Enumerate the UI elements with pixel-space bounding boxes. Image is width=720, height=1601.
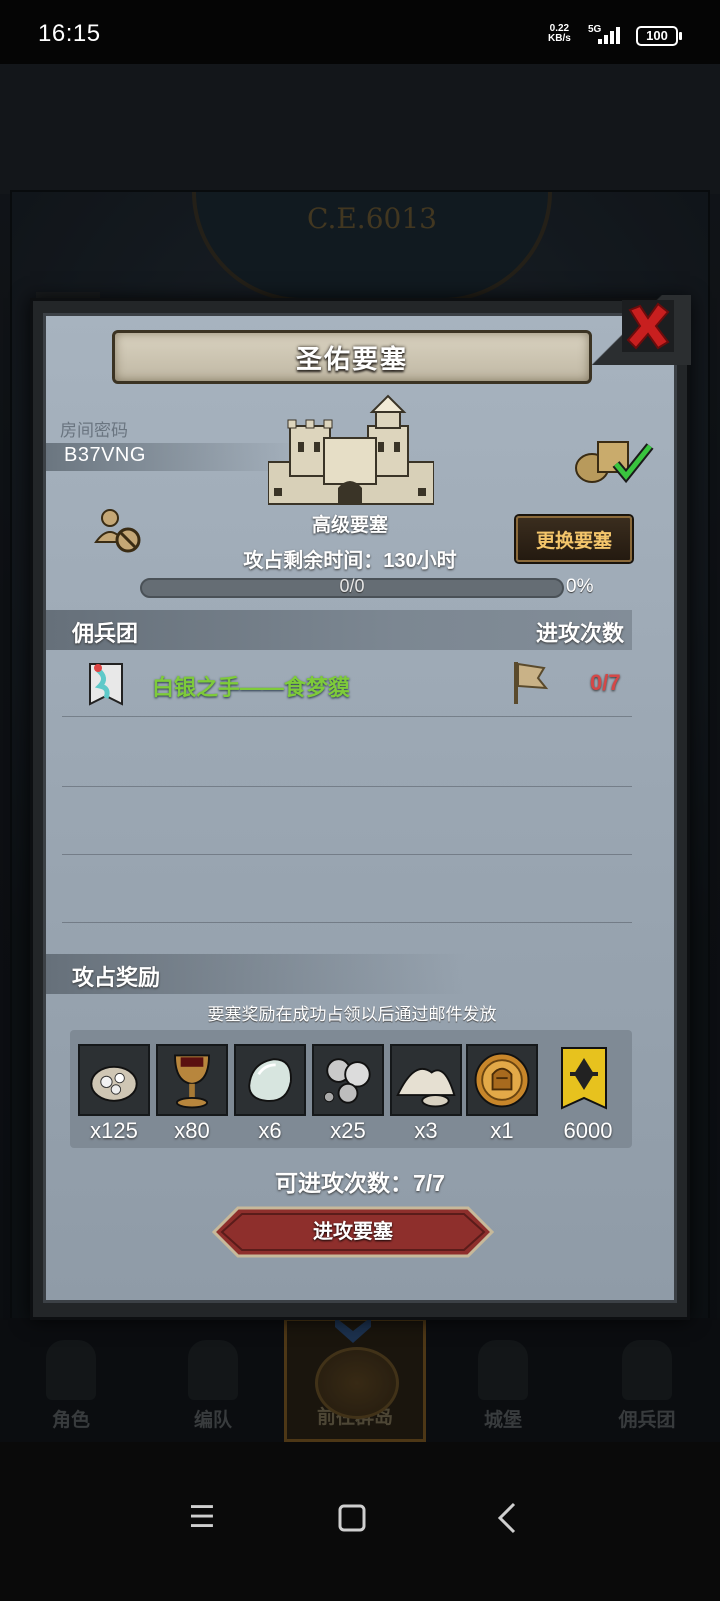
dialog-title-banner: 圣佑要塞 xyxy=(112,330,592,384)
fortress-icon xyxy=(268,394,434,505)
reward-quantity: x6 xyxy=(258,1118,282,1143)
fortress-level: 高级要塞 xyxy=(311,515,388,536)
reward-quantity: x3 xyxy=(414,1118,438,1143)
mercenary-banner-icon xyxy=(89,663,123,706)
reward-item-silver-orbs[interactable] xyxy=(312,1044,384,1116)
reward-header: 攻占奖励 xyxy=(72,965,161,990)
no-entry-icon[interactable] xyxy=(94,508,144,554)
silver-ore-icon xyxy=(90,1065,138,1102)
signal-icon xyxy=(598,26,626,44)
menu-icon[interactable]: ☰ xyxy=(182,1498,222,1538)
remaining-time: 攻占剩余时间：130小时 xyxy=(243,550,457,572)
mercenary-name[interactable]: 白银之手——食梦貘 xyxy=(152,670,350,702)
back-icon xyxy=(497,1502,516,1534)
guild-banner-icon xyxy=(561,1047,607,1110)
white-stone-icon xyxy=(248,1058,292,1102)
reward-item-knight-medal[interactable] xyxy=(466,1044,538,1116)
capture-progress-text: 0/0 xyxy=(339,576,365,596)
attack-flag-icon xyxy=(514,662,549,704)
system-nav-bar: ☰ xyxy=(0,1442,720,1601)
reward-quantity: x25 xyxy=(330,1118,366,1143)
attack-fortress-button[interactable]: 进攻要塞 xyxy=(211,1206,495,1258)
mercenary-attack-count: 0/7 xyxy=(590,670,621,695)
reward-item-silver-ore[interactable] xyxy=(78,1044,150,1116)
home-icon xyxy=(338,1504,366,1532)
reward-item-guild-banner[interactable] xyxy=(548,1044,620,1116)
capture-progress-percent: 0% xyxy=(566,576,594,597)
swap-fortress-button[interactable]: 更换要塞 xyxy=(516,516,632,562)
reward-quantity: x1 xyxy=(490,1118,514,1143)
back-button[interactable] xyxy=(488,1498,528,1538)
reward-note: 要塞奖励在成功占领以后通过邮件发放 xyxy=(207,1005,497,1024)
reward-item-goblet[interactable] xyxy=(156,1044,228,1116)
knight-medal-icon xyxy=(474,1052,530,1108)
battery-icon: 100 xyxy=(636,26,682,46)
dialog-title: 圣佑要塞 xyxy=(295,343,408,374)
status-bar: 16:15 0.22 KB/s 5G 100 xyxy=(0,0,720,64)
reward-quantity: x80 xyxy=(174,1118,210,1143)
silver-orbs-icon xyxy=(323,1058,371,1104)
status-time: 16:15 xyxy=(38,20,101,47)
network-speed: 0.22 KB/s xyxy=(548,24,571,44)
close-icon xyxy=(622,300,674,352)
reward-item-white-stone[interactable] xyxy=(234,1044,306,1116)
sand-pile-icon xyxy=(396,1067,456,1108)
swap-fortress-label: 更换要塞 xyxy=(535,530,612,552)
supply-check-icon[interactable] xyxy=(572,436,656,488)
mercenary-header: 佣兵团 xyxy=(72,621,139,646)
reward-item-sand-pile[interactable] xyxy=(390,1044,462,1116)
reward-quantity: x125 xyxy=(90,1118,138,1143)
reward-quantity: 6000 xyxy=(563,1118,613,1143)
attack-fortress-label: 进攻要塞 xyxy=(313,1221,393,1243)
goblet-icon xyxy=(174,1054,210,1109)
home-button[interactable] xyxy=(332,1498,372,1538)
room-code-label: 房间密码 xyxy=(60,421,128,440)
room-code-value[interactable]: B37VNG xyxy=(64,444,146,467)
close-button[interactable] xyxy=(622,300,674,352)
attack-count-header: 进攻次数 xyxy=(536,621,625,646)
remaining-attempts: 可进攻次数：7/7 xyxy=(275,1170,445,1196)
network-speed-unit: KB/s xyxy=(548,33,571,44)
